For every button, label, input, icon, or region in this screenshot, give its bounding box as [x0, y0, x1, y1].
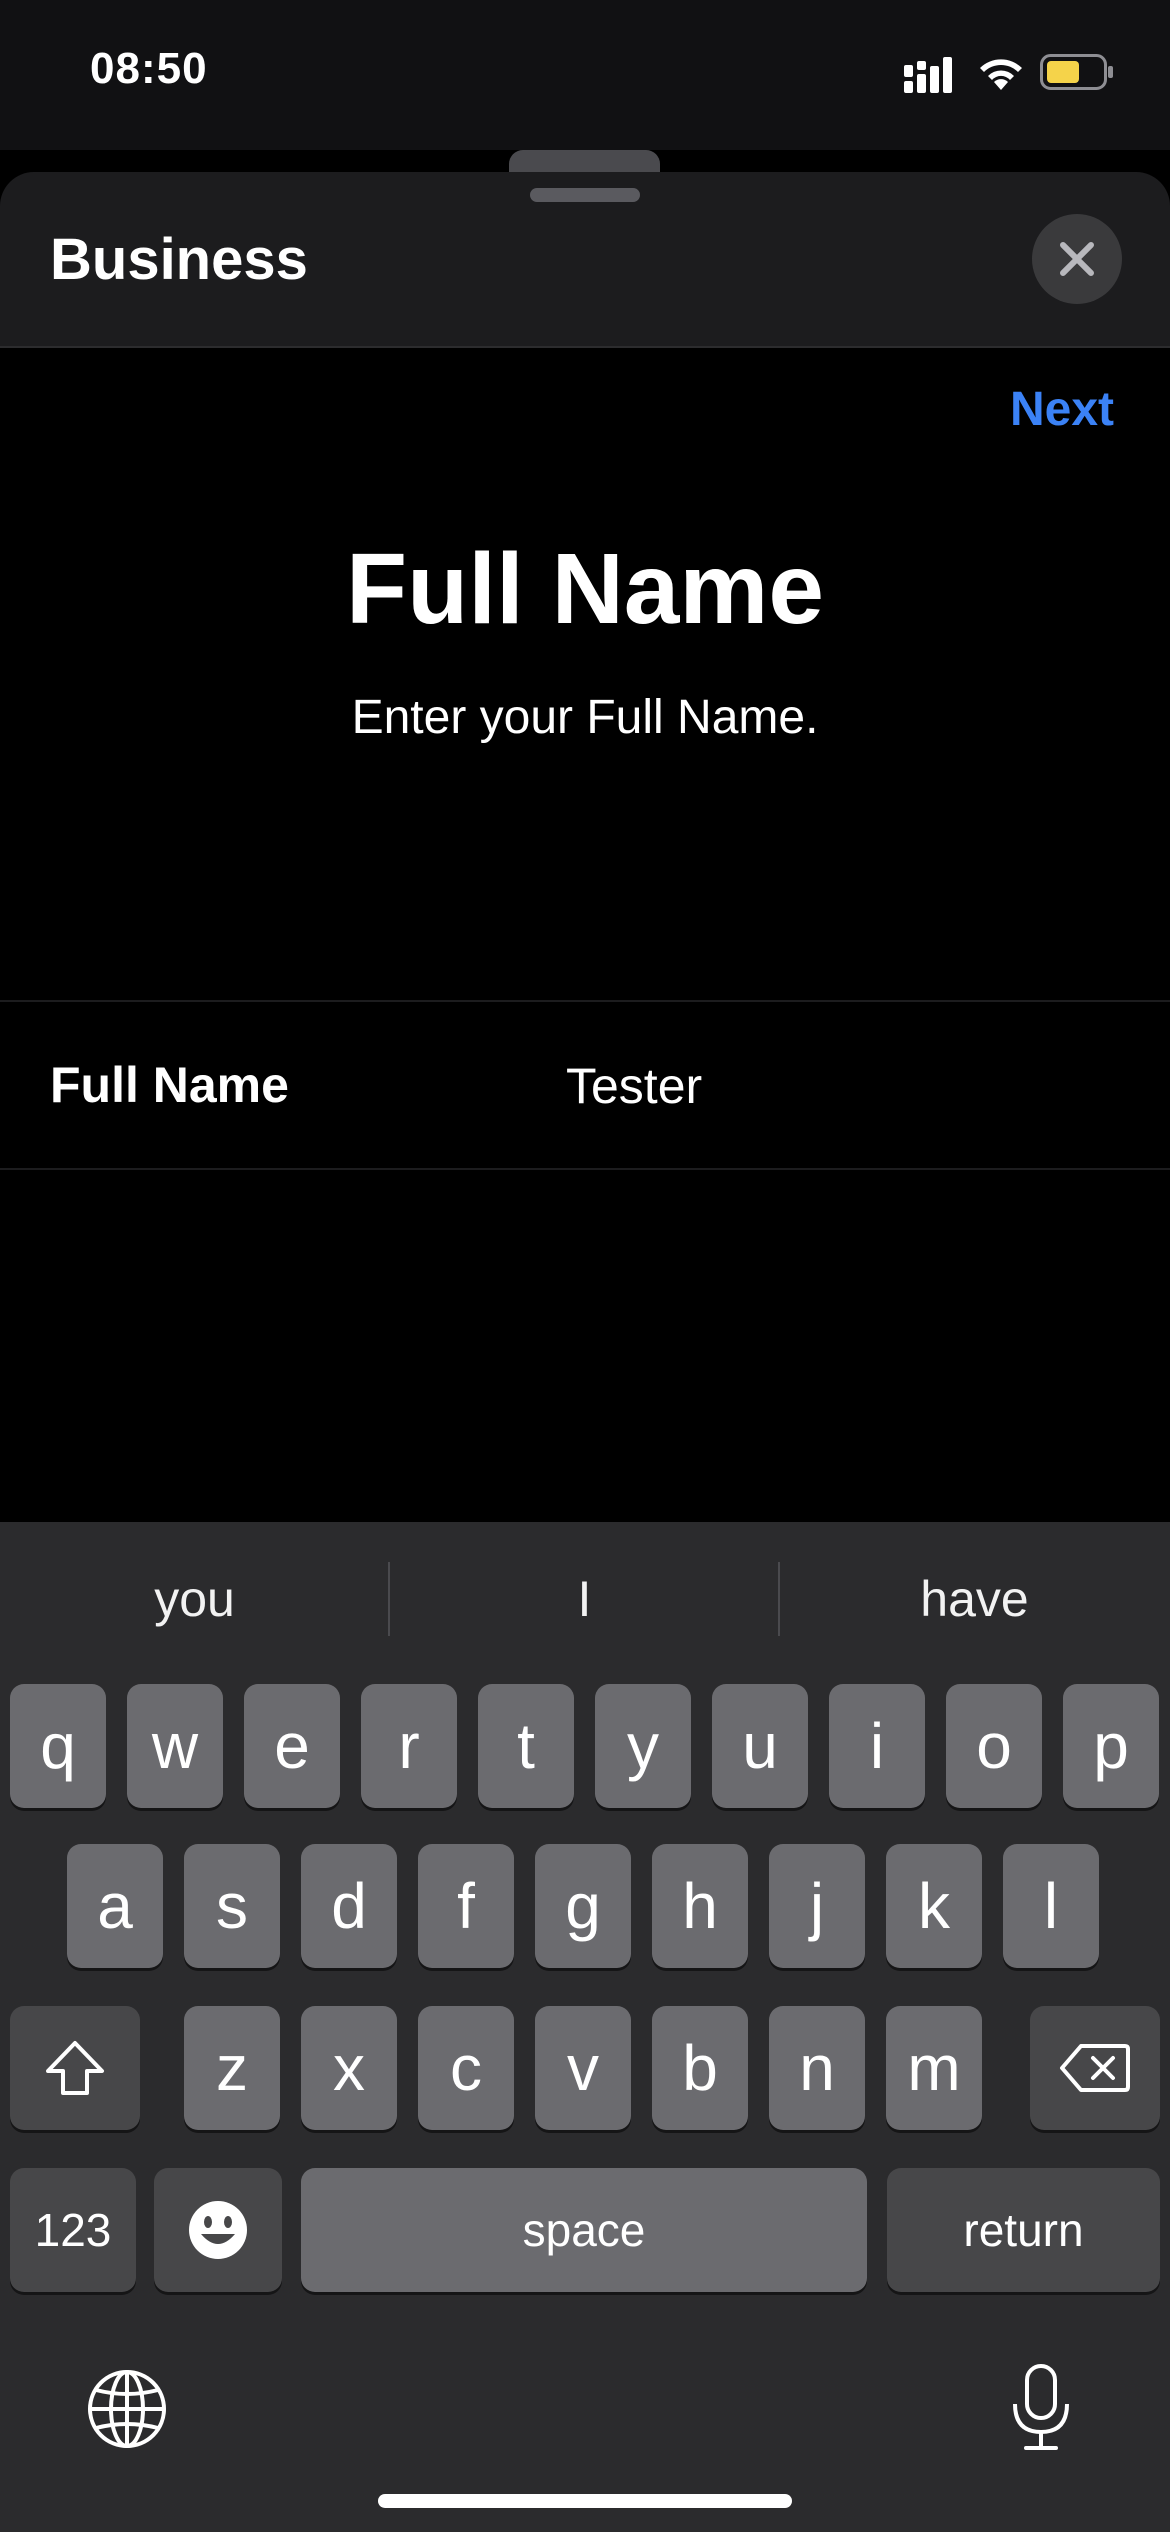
signal-icon [904, 57, 952, 93]
suggestion-3[interactable]: have [780, 1570, 1169, 1628]
sheet-title: Business [50, 227, 308, 292]
suggestion-2[interactable]: I [390, 1570, 779, 1628]
key-j[interactable]: j [769, 1844, 865, 1968]
next-button[interactable]: Next [1010, 382, 1114, 437]
full-name-input[interactable] [566, 1046, 1126, 1126]
shift-key[interactable] [10, 2006, 140, 2130]
key-a[interactable]: a [67, 1844, 163, 1968]
key-i[interactable]: i [829, 1684, 925, 1808]
battery-icon [1040, 54, 1113, 90]
row-divider-bottom [0, 1168, 1170, 1170]
key-l[interactable]: l [1003, 1844, 1099, 1968]
keyboard: you I have q w e r t y u i o p a s d f g… [0, 1522, 1170, 2532]
key-h[interactable]: h [652, 1844, 748, 1968]
sheet-grabber[interactable] [530, 188, 640, 202]
key-c[interactable]: c [418, 2006, 514, 2130]
status-bar: 08:50 [0, 0, 1170, 150]
key-x[interactable]: x [301, 2006, 397, 2130]
row-divider-top [0, 1000, 1170, 1002]
key-r[interactable]: r [361, 1684, 457, 1808]
full-name-label: Full Name [50, 1057, 289, 1113]
key-w[interactable]: w [127, 1684, 223, 1808]
key-k[interactable]: k [886, 1844, 982, 1968]
backspace-icon [1060, 2044, 1130, 2092]
close-button[interactable] [1032, 214, 1122, 304]
suggestion-1[interactable]: you [0, 1570, 389, 1628]
page-subtitle: Enter your Full Name. [351, 691, 819, 744]
key-o[interactable]: o [946, 1684, 1042, 1808]
shift-icon [46, 2041, 104, 2095]
key-d[interactable]: d [301, 1844, 397, 1968]
key-e[interactable]: e [244, 1684, 340, 1808]
key-q[interactable]: q [10, 1684, 106, 1808]
sheet-header: Business [0, 172, 1170, 348]
status-time: 08:50 [90, 44, 208, 93]
key-f[interactable]: f [418, 1844, 514, 1968]
return-key[interactable]: return [887, 2168, 1160, 2292]
key-s[interactable]: s [184, 1844, 280, 1968]
key-u[interactable]: u [712, 1684, 808, 1808]
space-key[interactable]: space [301, 2168, 867, 2292]
page-title: Full Name [346, 533, 824, 645]
home-indicator [378, 2494, 792, 2508]
key-v[interactable]: v [535, 2006, 631, 2130]
key-g[interactable]: g [535, 1844, 631, 1968]
globe-icon[interactable] [86, 2368, 168, 2450]
close-icon [1060, 242, 1094, 276]
emoji-key[interactable] [154, 2168, 282, 2292]
key-t[interactable]: t [478, 1684, 574, 1808]
backspace-key[interactable] [1030, 2006, 1160, 2130]
key-n[interactable]: n [769, 2006, 865, 2130]
numbers-key[interactable]: 123 [10, 2168, 136, 2292]
key-m[interactable]: m [886, 2006, 982, 2130]
key-z[interactable]: z [184, 2006, 280, 2130]
key-b[interactable]: b [652, 2006, 748, 2130]
key-y[interactable]: y [595, 1684, 691, 1808]
key-p[interactable]: p [1063, 1684, 1159, 1808]
wifi-icon [980, 59, 1022, 90]
microphone-icon[interactable] [1008, 2362, 1074, 2454]
emoji-icon [189, 2201, 247, 2259]
